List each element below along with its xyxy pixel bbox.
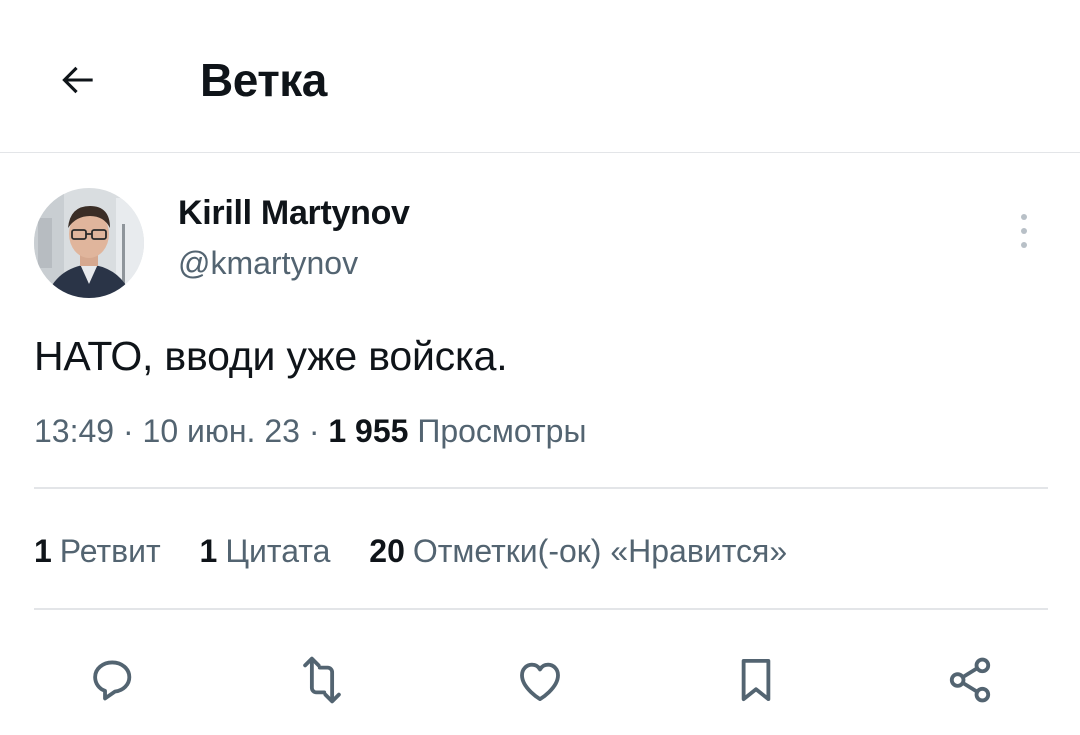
retweets-label: Ретвит: [59, 533, 161, 569]
quotes-stat[interactable]: 1 Цитата: [200, 528, 331, 574]
avatar-photo: [34, 188, 144, 298]
bookmark-icon: [741, 658, 771, 702]
quotes-count: 1: [199, 533, 218, 569]
top-bar: Ветка: [0, 0, 1080, 153]
page-title: Ветка: [200, 54, 327, 106]
author-handle[interactable]: @kmartynov: [178, 240, 358, 286]
retweets-stat[interactable]: 1 Ретвит: [34, 528, 161, 574]
engagement-stats: 1 Ретвит 1 Цитата 20 Отметки(-ок) «Нравится…: [34, 528, 817, 574]
like-button[interactable]: [500, 640, 580, 720]
divider: [34, 608, 1048, 610]
reply-icon: [93, 660, 132, 701]
share-icon: [949, 657, 991, 703]
meta-separator: ·: [114, 413, 143, 449]
likes-count: 20: [369, 533, 405, 569]
bookmark-button[interactable]: [716, 640, 796, 720]
more-options-button[interactable]: [1004, 206, 1044, 256]
views-count: 1 955: [328, 413, 409, 449]
tweet-time[interactable]: 13:49: [34, 413, 114, 449]
views-label: Просмотры: [417, 413, 587, 449]
like-icon: [520, 662, 560, 702]
more-vertical-icon: [1021, 214, 1027, 248]
quotes-label: Цитата: [225, 533, 331, 569]
back-button[interactable]: [48, 50, 108, 110]
avatar[interactable]: [34, 188, 144, 298]
tweet-meta: 13:49 · 10 июн. 23 · 1 955 Просмотры: [34, 408, 586, 454]
retweets-count: 1: [34, 533, 52, 569]
retweet-icon: [303, 656, 341, 704]
retweet-button[interactable]: [282, 640, 362, 720]
share-button[interactable]: [930, 640, 1010, 720]
action-bar: [0, 640, 1080, 720]
tweet-text: НАТО, вводи уже войска.: [34, 333, 508, 379]
likes-stat[interactable]: 20 Отметки(-ок) «Нравится»: [369, 528, 787, 574]
reply-button[interactable]: [72, 640, 152, 720]
tweet-date[interactable]: 10 июн. 23: [143, 413, 300, 449]
author-name[interactable]: Kirill Martynov: [178, 190, 410, 236]
meta-separator: ·: [299, 413, 329, 449]
divider: [34, 487, 1048, 489]
arrow-left-icon: [62, 66, 93, 94]
likes-label: Отметки(-ок) «Нравится»: [412, 533, 788, 569]
